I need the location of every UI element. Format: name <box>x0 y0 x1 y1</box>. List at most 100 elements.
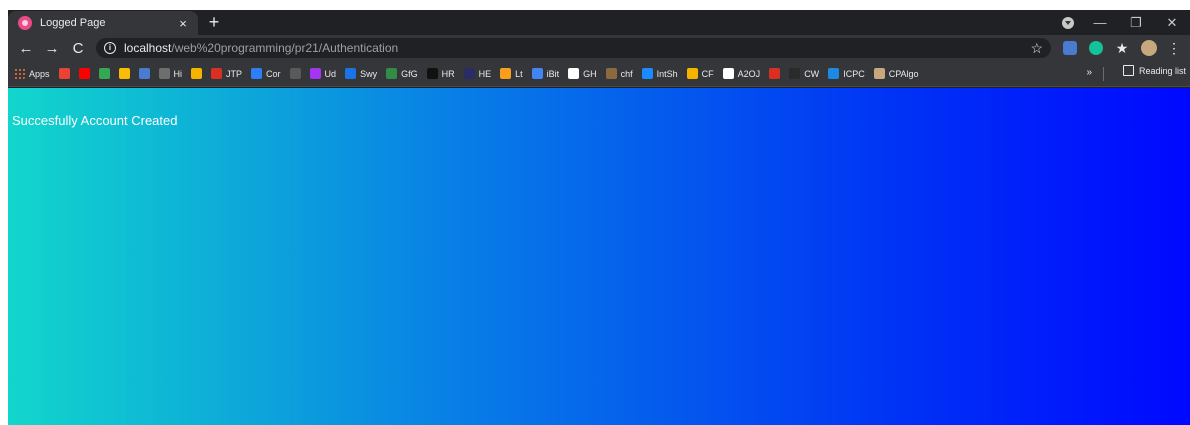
extensions-puzzle-icon[interactable]: ★ <box>1115 41 1129 55</box>
bookmark-item[interactable]: Apps <box>14 65 50 83</box>
bookmark-item[interactable] <box>78 65 90 83</box>
success-message: Succesfully Account Created <box>12 113 178 128</box>
bookmark-favicon-icon <box>158 68 170 79</box>
forward-button[interactable]: → <box>40 40 64 57</box>
bookmark-favicon-icon <box>531 68 543 79</box>
bookmark-label: Swy <box>360 68 378 79</box>
bookmark-label: Apps <box>29 68 50 79</box>
bookmarks-more-icon[interactable]: » <box>1086 67 1092 78</box>
bookmark-item[interactable]: A2OJ <box>722 65 761 83</box>
bookmark-item[interactable] <box>289 65 301 83</box>
tab-logged-page[interactable]: Logged Page × <box>8 11 198 35</box>
bookmark-label: A2OJ <box>737 68 761 79</box>
bookmark-item[interactable] <box>118 65 130 83</box>
bookmark-favicon-icon <box>641 68 653 79</box>
tab-search-button[interactable] <box>1054 16 1082 29</box>
bookmark-item[interactable]: Lt <box>500 65 523 83</box>
menu-icon[interactable]: ⋮ <box>1167 40 1181 57</box>
tab-title: Logged Page <box>40 17 106 29</box>
bookmark-favicon-icon <box>789 68 801 79</box>
bookmark-label: HE <box>478 68 492 79</box>
bookmark-favicon-icon <box>568 68 580 79</box>
bookmark-label: Hi <box>173 68 183 79</box>
reading-list-icon <box>1122 65 1134 76</box>
new-tab-button[interactable]: + <box>204 13 224 31</box>
profile-avatar[interactable] <box>1141 40 1157 56</box>
bookmark-favicon-icon <box>138 68 150 79</box>
browser-window: Logged Page × + — ❐ ✕ ← → C i localhost … <box>8 10 1190 425</box>
extension-icon[interactable] <box>1063 41 1077 55</box>
grammarly-icon[interactable] <box>1089 41 1103 55</box>
reading-list-label: Reading list <box>1138 65 1186 76</box>
bookmark-item[interactable]: iBit <box>531 65 560 83</box>
bookmark-label: CW <box>804 68 820 79</box>
url-host: localhost <box>124 41 172 55</box>
bookmark-item[interactable]: Cor <box>251 65 281 83</box>
bookmark-label: GH <box>583 68 597 79</box>
bookmark-item[interactable]: CW <box>789 65 819 83</box>
bookmark-favicon-icon <box>463 68 475 79</box>
bookmark-favicon-icon <box>78 68 90 79</box>
bookmark-favicon-icon <box>98 68 110 79</box>
bookmark-favicon-icon <box>828 68 840 79</box>
bookmark-favicon-icon <box>309 68 321 79</box>
bookmark-item[interactable]: chf <box>605 65 633 83</box>
minimize-button[interactable]: — <box>1082 15 1118 30</box>
bookmark-item[interactable]: CF <box>686 65 714 83</box>
bookmark-favicon-icon <box>769 68 781 79</box>
window-controls: — ❐ ✕ <box>1054 10 1190 35</box>
bookmark-favicon-icon <box>722 68 734 79</box>
bookmark-item[interactable]: Swy <box>345 65 377 83</box>
bookmark-item[interactable] <box>58 65 70 83</box>
bookmark-item[interactable]: IntSh <box>641 65 678 83</box>
reload-button[interactable]: C <box>66 40 90 57</box>
reading-list-button[interactable]: Reading list <box>1122 65 1186 76</box>
bookmark-item[interactable]: ICPC <box>828 65 865 83</box>
extensions-area: ★ ⋮ <box>1057 40 1181 57</box>
bookmark-item[interactable]: HR <box>426 65 455 83</box>
back-button[interactable]: ← <box>14 40 38 57</box>
bookmark-item[interactable]: HE <box>463 65 492 83</box>
bookmark-item[interactable]: JTP <box>211 65 242 83</box>
bookmark-favicon-icon <box>426 68 438 79</box>
bookmark-favicon-icon <box>345 68 357 79</box>
bookmark-favicon-icon <box>191 68 203 79</box>
tab-strip: Logged Page × + — ❐ ✕ <box>8 10 1190 35</box>
bookmark-label: CPAlgo <box>888 68 919 79</box>
bookmark-label: ICPC <box>843 68 865 79</box>
bookmark-label: iBit <box>546 68 560 79</box>
bookmark-item[interactable]: Ud <box>309 65 336 83</box>
tab-search-icon <box>1062 16 1074 29</box>
bookmark-label: HR <box>441 68 455 79</box>
bookmark-favicon-icon <box>386 68 398 79</box>
bookmark-item[interactable] <box>98 65 110 83</box>
bookmark-favicon-icon <box>873 68 885 79</box>
maximize-button[interactable]: ❐ <box>1118 15 1154 31</box>
bookmark-item[interactable]: GH <box>568 65 597 83</box>
bookmark-label: IntSh <box>656 68 678 79</box>
bookmark-favicon-icon <box>58 68 70 79</box>
bookmark-item[interactable]: CPAlgo <box>873 65 919 83</box>
bookmark-list: Apps Hi JTP Cor Ud Swy GfG HR HE Lt iBit GH chf IntSh… <box>14 65 928 83</box>
bookmark-label: JTP <box>226 68 243 79</box>
bookmark-label: CF <box>701 68 714 79</box>
bookmark-star-icon[interactable]: ☆ <box>1030 40 1043 57</box>
browser-toolbar: ← → C i localhost /web%20programming/pr2… <box>8 35 1190 61</box>
bookmark-favicon-icon <box>289 68 301 79</box>
bookmark-item[interactable]: Hi <box>158 65 183 83</box>
bookmark-label: Cor <box>266 68 281 79</box>
bookmark-label: chf <box>620 68 633 79</box>
site-info-icon[interactable]: i <box>104 42 116 54</box>
tab-favicon-icon <box>18 16 32 30</box>
page-content: Succesfully Account Created <box>8 88 1190 425</box>
bookmark-favicon-icon <box>605 68 617 79</box>
bookmark-item[interactable] <box>138 65 150 83</box>
bookmark-label: Lt <box>515 68 523 79</box>
bookmark-item[interactable]: GfG <box>386 65 418 83</box>
bookmark-item[interactable] <box>769 65 781 83</box>
address-bar[interactable]: i localhost /web%20programming/pr21/Auth… <box>96 38 1051 58</box>
bookmark-item[interactable] <box>191 65 203 83</box>
tab-close-icon[interactable]: × <box>176 16 190 31</box>
close-window-button[interactable]: ✕ <box>1154 15 1190 31</box>
url-path: /web%20programming/pr21/Authentication <box>171 41 399 55</box>
